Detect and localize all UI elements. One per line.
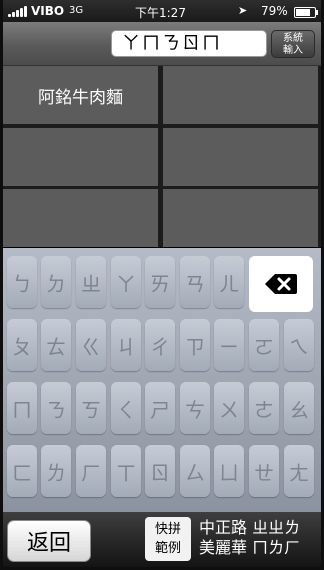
example-button-line2: 範例 <box>154 541 181 556</box>
status-time: 下午1:27 <box>135 6 186 20</box>
key[interactable]: ㄔ <box>145 319 175 371</box>
key[interactable]: ㄈ <box>7 445 37 497</box>
key[interactable]: ㄆ <box>7 319 37 371</box>
key[interactable]: ㄕ <box>145 382 175 434</box>
key[interactable]: ㄑ <box>111 382 141 434</box>
location-arrow-icon: ➤ <box>238 4 248 17</box>
key[interactable]: ㄐ <box>111 319 141 371</box>
battery-percent: 79% <box>261 4 288 18</box>
key[interactable]: ㄠ <box>284 382 314 434</box>
status-bar: VIBO 3G 下午1:27 ➤ 79% <box>3 0 321 22</box>
system-input-button[interactable]: 系統 輸入 <box>271 30 315 58</box>
app-screen: VIBO 3G 下午1:27 ➤ 79% ㄚㄇㄋㄖㄇ 系統 輸入 阿銘牛肉麵 ㄅ… <box>3 0 321 567</box>
example-line: 美麗華 ㄇㄌㄏ <box>199 538 301 557</box>
key[interactable]: ㄊ <box>41 319 71 371</box>
system-input-label-line1: 系統 <box>283 33 303 44</box>
key[interactable]: ㄨ <box>214 382 244 434</box>
carrier-name: VIBO <box>31 4 65 18</box>
key[interactable]: ㄓ <box>76 256 106 308</box>
key[interactable]: ㄦ <box>214 256 244 308</box>
key[interactable]: ㄍ <box>76 319 106 371</box>
key[interactable]: ㄏ <box>76 445 106 497</box>
example-button-line1: 快拼 <box>154 522 181 537</box>
result-cell[interactable] <box>163 189 318 247</box>
key[interactable]: ㄙ <box>180 445 210 497</box>
key[interactable]: ㄖ <box>145 445 175 497</box>
backspace-icon <box>265 274 297 294</box>
bopomofo-keyboard: ㄅ ㄉ ㄓ ㄚ ㄞ ㄢ ㄦ ㄆ ㄊ ㄍ ㄐ ㄔ ㄗ ㄧ ㄛ ㄟ ㄇ ㄋ ㄎ ㄑ … <box>3 248 321 512</box>
key[interactable]: ㄗ <box>180 319 210 371</box>
result-cell[interactable] <box>163 66 318 124</box>
key[interactable]: ㄅ <box>7 256 37 308</box>
back-button[interactable]: 返回 <box>7 520 91 562</box>
key[interactable]: ㄋ <box>41 382 71 434</box>
key[interactable]: ㄞ <box>145 256 175 308</box>
quick-spell-example-button[interactable]: 快拼 範例 <box>145 517 191 561</box>
key[interactable]: ㄌ <box>41 445 71 497</box>
key[interactable]: ㄝ <box>249 445 279 497</box>
key[interactable]: ㄇ <box>7 382 37 434</box>
top-bar: ㄚㄇㄋㄖㄇ 系統 輸入 <box>3 22 321 66</box>
backspace-button[interactable] <box>249 256 313 312</box>
phonetic-query-field[interactable]: ㄚㄇㄋㄖㄇ <box>111 30 267 57</box>
key[interactable]: ㄟ <box>284 319 314 371</box>
key[interactable]: ㄚ <box>111 256 141 308</box>
key[interactable]: ㄒ <box>111 445 141 497</box>
network-type: 3G <box>69 5 84 16</box>
signal-icon <box>8 6 27 17</box>
key[interactable]: ㄉ <box>41 256 71 308</box>
key[interactable]: ㄜ <box>249 382 279 434</box>
example-line: 中正路 ㄓㄓㄌ <box>199 518 301 537</box>
result-cell[interactable]: 阿銘牛肉麵 <box>3 66 158 124</box>
key[interactable]: ㄎ <box>76 382 106 434</box>
key[interactable]: ㄧ <box>214 319 244 371</box>
result-cell[interactable] <box>3 189 158 247</box>
system-input-label-line2: 輸入 <box>283 45 303 56</box>
key[interactable]: ㄢ <box>180 256 210 308</box>
quick-spell-example-text: 中正路 ㄓㄓㄌ 美麗華 ㄇㄌㄏ <box>199 518 319 558</box>
key[interactable]: ㄩ <box>214 445 244 497</box>
battery-icon <box>294 7 318 18</box>
key[interactable]: ㄘ <box>180 382 210 434</box>
result-cell[interactable] <box>163 128 318 186</box>
bottom-bar: 返回 快拼 範例 中正路 ㄓㄓㄌ 美麗華 ㄇㄌㄏ <box>3 512 321 567</box>
result-cell[interactable] <box>3 128 158 186</box>
key[interactable]: ㄛ <box>249 319 279 371</box>
results-grid: 阿銘牛肉麵 <box>3 66 321 247</box>
key[interactable]: ㄤ <box>284 445 314 497</box>
